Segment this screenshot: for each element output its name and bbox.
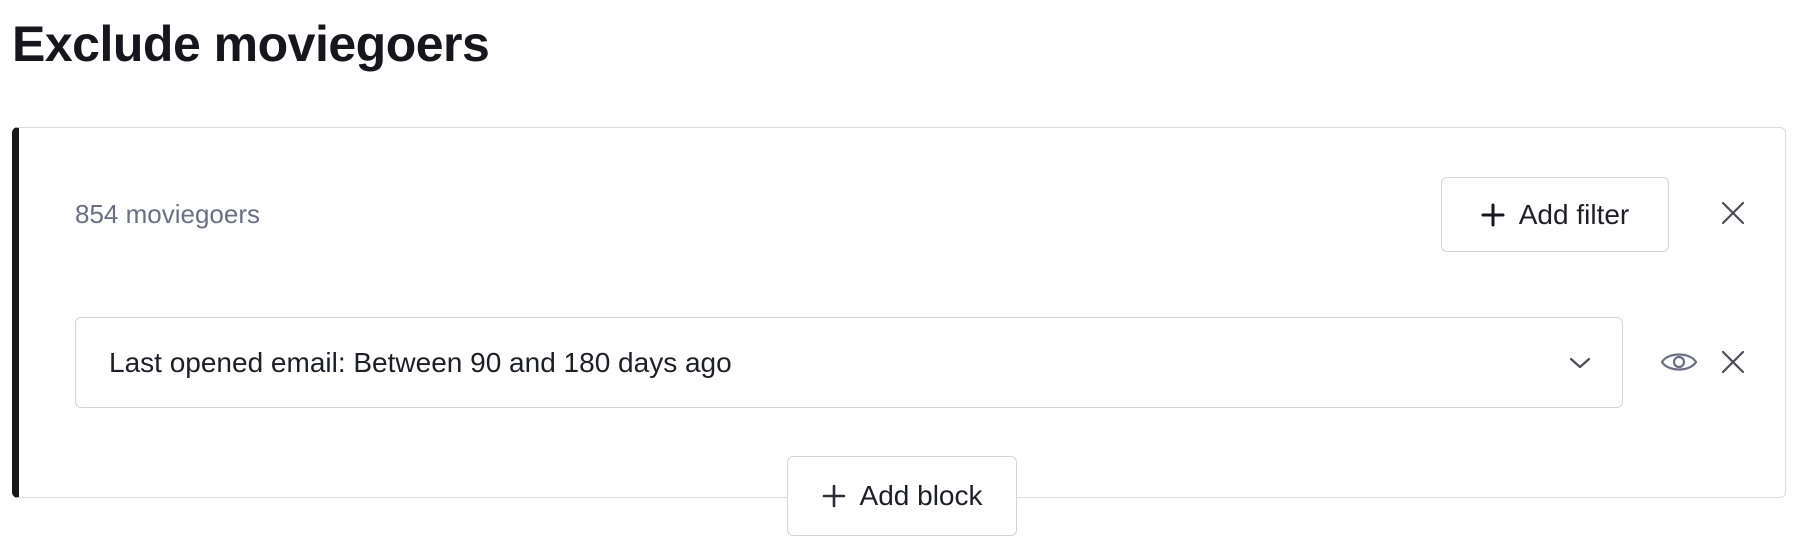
preview-filter-button[interactable] <box>1655 340 1703 384</box>
filter-label: Last opened email: Between 90 and 180 da… <box>109 346 732 378</box>
add-block-button[interactable]: Add block <box>787 456 1017 536</box>
filter-select[interactable]: Last opened email: Between 90 and 180 da… <box>75 317 1623 408</box>
close-icon <box>1721 350 1745 374</box>
filter-block: 854 moviegoers Add filter Last opened em… <box>12 127 1786 498</box>
remove-filter-button[interactable] <box>1711 340 1755 384</box>
eye-icon <box>1660 349 1698 375</box>
chevron-down-icon <box>1560 343 1600 383</box>
page-title: Exclude moviegoers <box>12 16 490 72</box>
add-filter-button[interactable]: Add filter <box>1441 177 1669 252</box>
audience-count: 854 moviegoers <box>75 199 260 229</box>
remove-block-button[interactable] <box>1711 191 1755 235</box>
add-filter-label: Add filter <box>1518 198 1630 230</box>
add-block-label: Add block <box>859 480 983 511</box>
plus-icon <box>1481 203 1505 227</box>
plus-icon <box>822 484 846 508</box>
close-icon <box>1721 201 1745 225</box>
